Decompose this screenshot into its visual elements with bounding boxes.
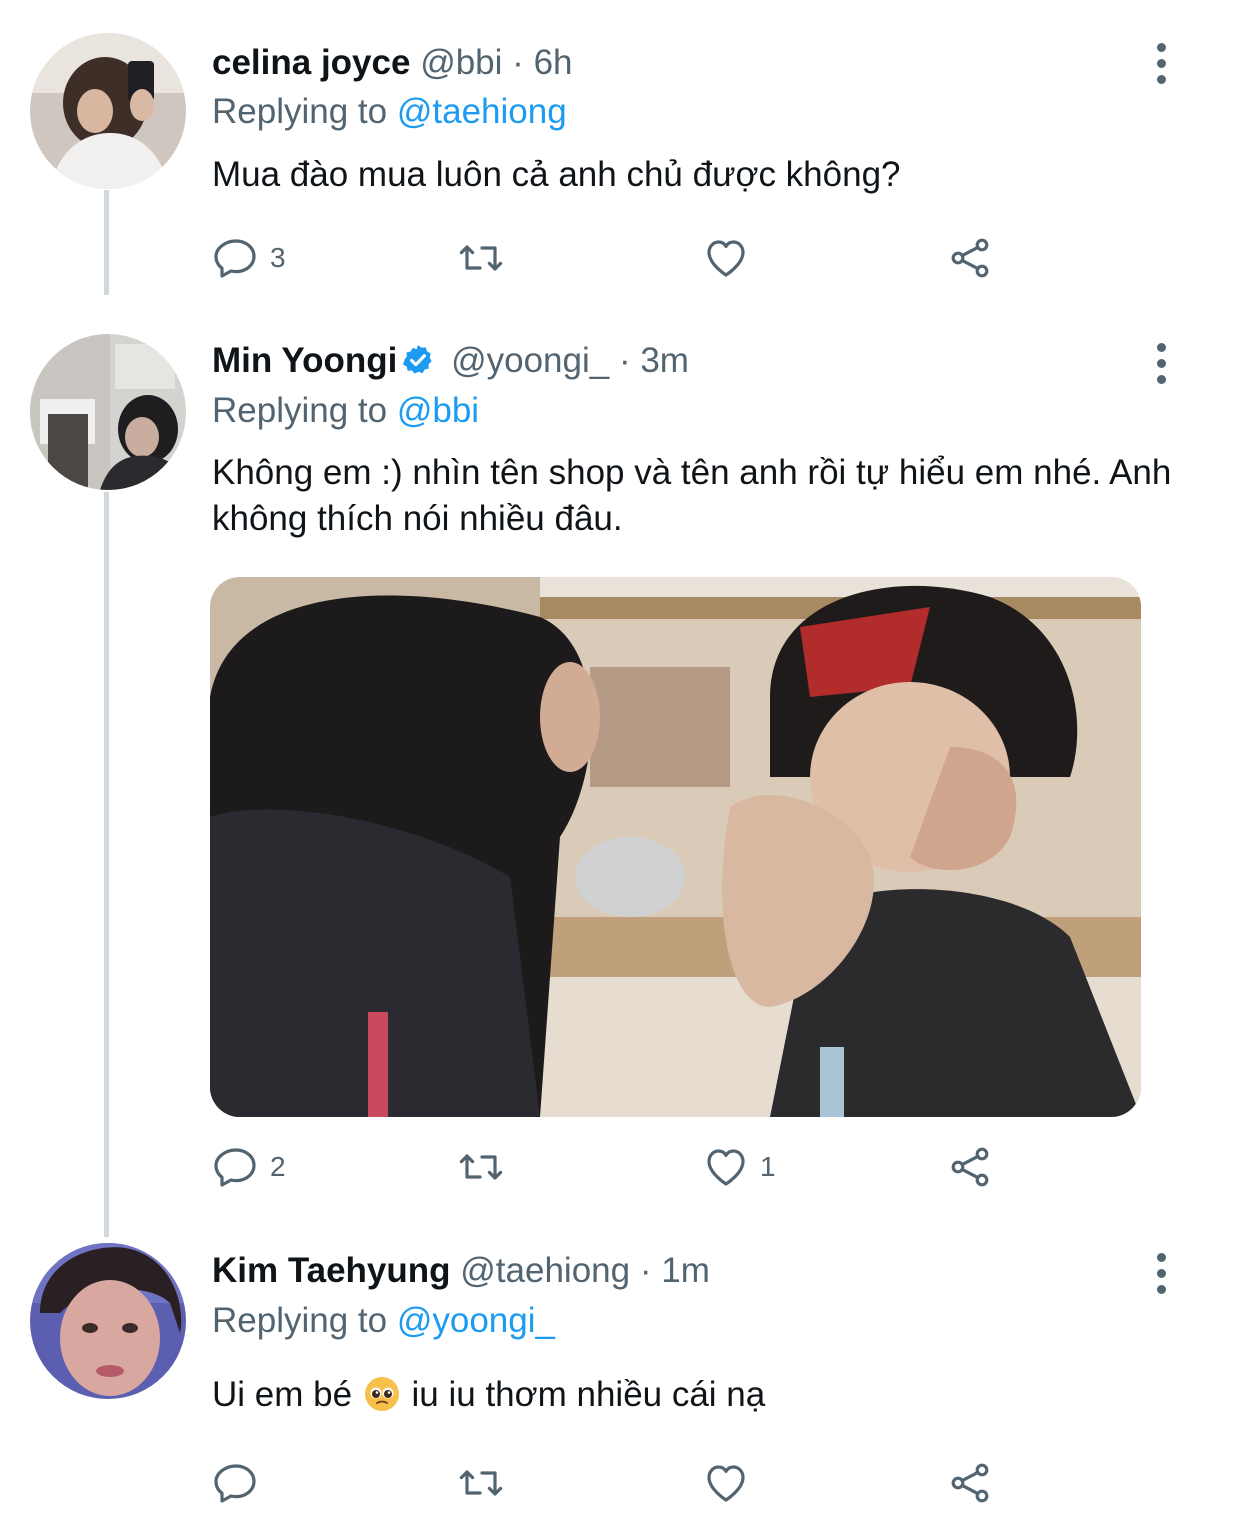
share-icon <box>946 1459 994 1507</box>
more-icon[interactable] <box>1148 343 1174 387</box>
avatar[interactable] <box>30 334 186 490</box>
tweet[interactable]: Min Yoongi @yoongi_ · 3m Replying to @bb… <box>0 300 1242 1220</box>
replying-to-label: Replying to <box>212 92 388 131</box>
reply-icon <box>212 1143 260 1191</box>
retweet-icon <box>457 1459 505 1507</box>
tweet-actions <box>212 1458 1012 1508</box>
user-handle[interactable]: @bbi <box>420 43 502 82</box>
reply-icon <box>212 1459 260 1507</box>
replying-to: Replying to @yoongi_ <box>212 1296 555 1346</box>
tweet-header: Kim Taehyung @taehiong · 1m <box>212 1246 710 1296</box>
retweet-icon <box>457 1143 505 1191</box>
user-handle[interactable]: @yoongi_ <box>451 341 609 380</box>
replying-to-label: Replying to <box>212 1301 388 1340</box>
share-icon <box>946 1143 994 1191</box>
retweet-button[interactable] <box>457 233 505 283</box>
tweet[interactable]: celina joyce @bbi · 6h Replying to @taeh… <box>0 0 1242 310</box>
replying-to: Replying to @taehiong <box>212 87 567 137</box>
like-button[interactable] <box>702 1458 760 1508</box>
like-icon <box>702 1459 750 1507</box>
tweet-text: Mua đào mua luôn cả anh chủ được không? <box>212 155 901 194</box>
replying-to-handle[interactable]: @yoongi_ <box>397 1301 555 1340</box>
timestamp[interactable]: 6h <box>534 43 573 82</box>
tweet-actions: 3 <box>212 233 1012 283</box>
tweet-text: Ui em bé iu iu thơm nhiều cái nạ <box>212 1372 1172 1418</box>
tweet[interactable]: Kim Taehyung @taehiong · 1m Replying to … <box>0 1210 1242 1528</box>
display-name[interactable]: Kim Taehyung <box>212 1251 451 1290</box>
reply-count: 2 <box>270 1151 286 1182</box>
like-button[interactable] <box>702 233 760 283</box>
replying-to: Replying to @bbi <box>212 386 479 436</box>
separator: · <box>639 1251 652 1290</box>
user-handle[interactable]: @taehiong <box>460 1251 630 1290</box>
like-icon <box>702 234 750 282</box>
reply-icon <box>212 234 260 282</box>
verified-badge-icon <box>403 345 432 374</box>
tweet-text-part: iu iu thơm nhiều cái nạ <box>411 1375 766 1414</box>
separator: · <box>512 43 524 82</box>
tweet-actions: 2 1 <box>212 1142 1012 1192</box>
avatar[interactable] <box>30 1243 186 1399</box>
tweet-text: Không em :) nhìn tên shop và tên anh rồi… <box>212 453 1172 538</box>
reply-button[interactable] <box>212 1458 270 1508</box>
pleading-face-emoji-icon <box>364 1377 399 1411</box>
display-name[interactable]: Min Yoongi <box>212 341 397 380</box>
retweet-icon <box>457 234 505 282</box>
like-count: 1 <box>760 1151 776 1182</box>
more-icon[interactable] <box>1148 43 1174 87</box>
like-button[interactable]: 1 <box>702 1142 776 1192</box>
display-name[interactable]: celina joyce <box>212 43 410 82</box>
reply-count: 3 <box>270 242 286 273</box>
replying-to-handle[interactable]: @taehiong <box>397 92 567 131</box>
more-icon[interactable] <box>1148 1253 1174 1297</box>
avatar[interactable] <box>30 33 186 189</box>
reply-button[interactable]: 2 <box>212 1142 286 1192</box>
retweet-button[interactable] <box>457 1458 505 1508</box>
reply-button[interactable]: 3 <box>212 233 286 283</box>
tweet-header: Min Yoongi @yoongi_ · 3m <box>212 336 689 386</box>
timestamp[interactable]: 3m <box>640 341 689 380</box>
like-icon <box>702 1143 750 1191</box>
replying-to-handle[interactable]: @bbi <box>397 391 479 430</box>
share-button[interactable] <box>946 1458 994 1508</box>
share-icon <box>946 234 994 282</box>
timestamp[interactable]: 1m <box>661 1251 710 1290</box>
share-button[interactable] <box>946 233 994 283</box>
separator: · <box>618 341 631 380</box>
tweet-media-photo[interactable] <box>210 577 1141 1117</box>
retweet-button[interactable] <box>457 1142 505 1192</box>
replying-to-label: Replying to <box>212 391 388 430</box>
tweet-text-part: Ui em bé <box>212 1375 353 1414</box>
share-button[interactable] <box>946 1142 994 1192</box>
tweet-header: celina joyce @bbi · 6h <box>212 38 573 88</box>
